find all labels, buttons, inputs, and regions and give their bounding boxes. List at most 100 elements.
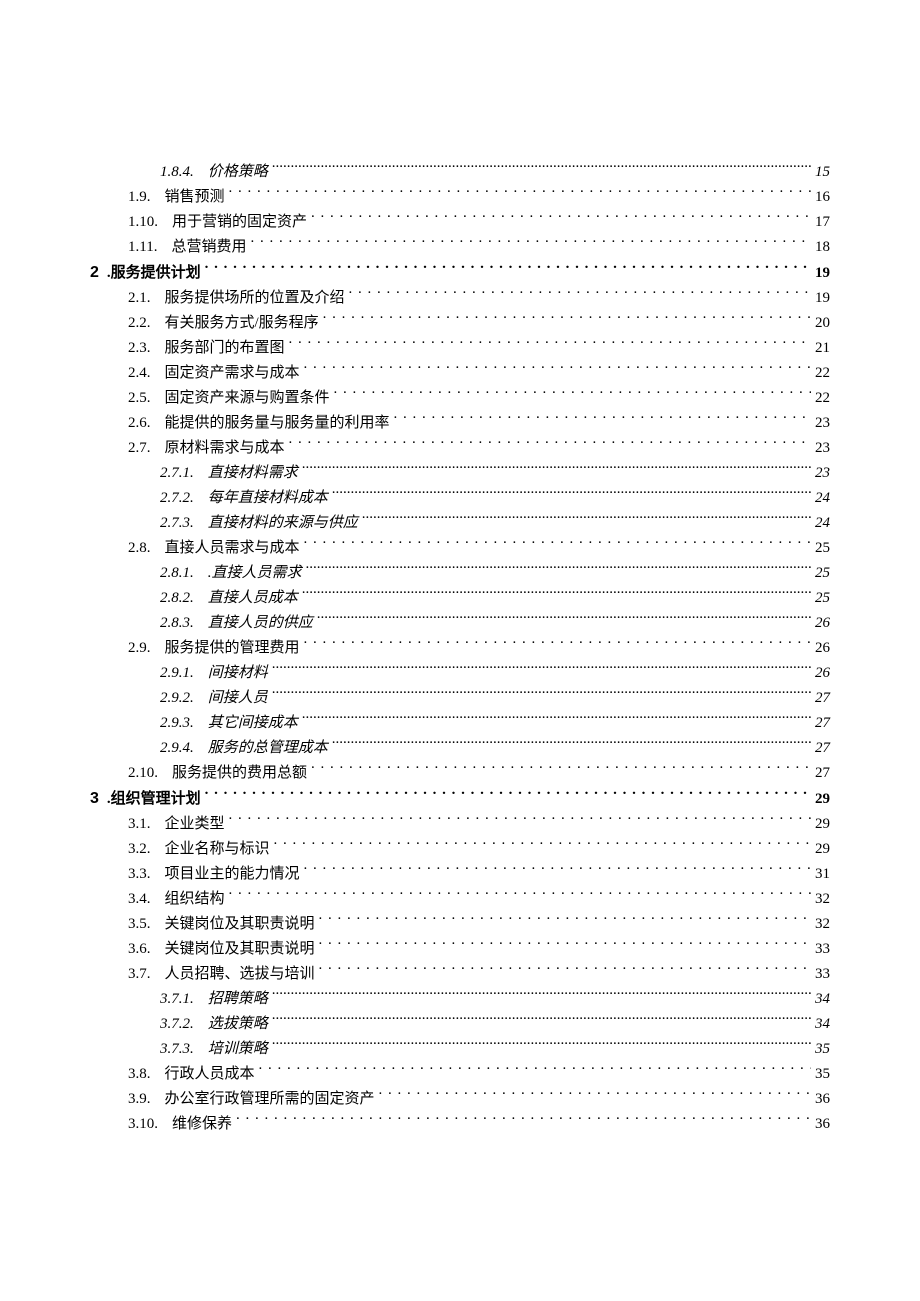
toc-entry: 3.1.企业类型29 <box>90 812 830 837</box>
toc-entry: 3.4.组织结构32 <box>90 887 830 912</box>
toc-leader-dots <box>302 462 811 477</box>
toc-entry-page: 18 <box>815 235 830 260</box>
toc-leader-dots <box>289 337 811 352</box>
toc-entry-number: 3.9. <box>128 1087 151 1112</box>
toc-entry-page: 27 <box>815 711 830 736</box>
toc-entry-page: 19 <box>815 261 830 286</box>
toc-entry-page: 32 <box>815 887 830 912</box>
toc-leader-dots <box>302 712 811 727</box>
toc-entry-title: .直接人员需求 <box>208 561 302 586</box>
toc-entry-number: 2 <box>90 260 99 285</box>
toc-entry: 2.5. 固定资产来源与购置条件 22 <box>90 386 830 411</box>
toc-entry-page: 15 <box>815 160 830 185</box>
toc-entry-page: 23 <box>815 436 830 461</box>
toc-entry-title: 直接人员的供应 <box>208 611 313 636</box>
toc-entry-title: 培训策略 <box>208 1037 268 1062</box>
toc-leader-dots <box>272 1038 811 1053</box>
toc-entry: 2.7.3.直接材料的来源与供应24 <box>90 511 830 536</box>
toc-entry: 2.3.服务部门的布置图21 <box>90 336 830 361</box>
toc-entry-number: 2.8.1. <box>160 561 194 586</box>
toc-leader-dots <box>332 737 811 752</box>
toc-entry-title: 服务的总管理成本 <box>208 736 328 761</box>
toc-entry-number: 2.9.4. <box>160 736 194 761</box>
toc-entry-number: 2.1. <box>128 286 151 311</box>
toc-entry-title: 间接人员 <box>208 686 268 711</box>
toc-entry: 3.2.企业名称与标识29 <box>90 837 830 862</box>
toc-entry-title: 办公室行政管理所需的固定资产 <box>165 1087 375 1112</box>
toc-entry-page: 29 <box>815 787 830 812</box>
toc-entry-page: 33 <box>815 962 830 987</box>
toc-entry-page: 26 <box>815 636 830 661</box>
toc-entry-page: 23 <box>815 461 830 486</box>
toc-entry-title: 服务部门的布置图 <box>165 336 285 361</box>
toc-entry-number: 1.10. <box>128 210 158 235</box>
toc-entry-title: 直接材料需求 <box>208 461 298 486</box>
toc-entry-page: 27 <box>815 686 830 711</box>
toc-entry-number: 2.7.2. <box>160 486 194 511</box>
toc-entry: 2.9.1.间接材料26 <box>90 661 830 686</box>
toc-leader-dots <box>394 412 811 427</box>
toc-leader-dots <box>302 587 811 602</box>
toc-leader-dots <box>349 287 811 302</box>
toc-entry: 2.6.能提供的服务量与服务量的利用率23 <box>90 411 830 436</box>
toc-entry-page: 25 <box>815 536 830 561</box>
toc-entry-page: 23 <box>815 411 830 436</box>
toc-entry-number: 3.8. <box>128 1062 151 1087</box>
toc-entry-title: 人员招聘、选拔与培训 <box>165 962 315 987</box>
toc-entry: 3.6. 关键岗位及其职责说明 33 <box>90 937 830 962</box>
toc-entry-page: 27 <box>815 736 830 761</box>
toc-entry-number: 3.1. <box>128 812 151 837</box>
toc-entry-title: 维修保养 <box>172 1112 232 1137</box>
toc-entry-title: 原材料需求与成本 <box>165 436 285 461</box>
toc-leader-dots <box>319 913 811 928</box>
toc-entry-page: 26 <box>815 611 830 636</box>
toc-entry-page: 34 <box>815 1012 830 1037</box>
toc-entry-page: 22 <box>815 386 830 411</box>
toc-leader-dots <box>236 1113 811 1128</box>
toc-entry-page: 21 <box>815 336 830 361</box>
toc-entry-title: 能提供的服务量与服务量的利用率 <box>165 411 390 436</box>
toc-entry-title: 每年直接材料成本 <box>208 486 328 511</box>
toc-entry-page: 34 <box>815 987 830 1012</box>
toc-entry-number: 2.2. <box>128 311 151 336</box>
toc-leader-dots <box>311 762 811 777</box>
toc-entry-page: 36 <box>815 1087 830 1112</box>
toc-entry-number: 3.7.2. <box>160 1012 194 1037</box>
toc-entry: 2.9.3.其它间接成本27 <box>90 711 830 736</box>
toc-entry: 2.7.1.直接材料需求23 <box>90 461 830 486</box>
toc-entry-title: 固定资产来源与购置条件 <box>165 386 330 411</box>
toc-entry-title: 关键岗位及其职责说明 <box>165 937 315 962</box>
toc-entry: 2.8.3. 直接人员的供应 26 <box>90 611 830 636</box>
toc-leader-dots <box>229 813 811 828</box>
toc-entry-title: 选拔策略 <box>208 1012 268 1037</box>
toc-leader-dots <box>272 988 811 1003</box>
toc-leader-dots <box>304 362 811 377</box>
toc-entry: 3.10.维修保养36 <box>90 1112 830 1137</box>
toc-entry-title: .服务提供计划 <box>107 261 201 286</box>
toc-entry-number: 3.6. <box>128 937 151 962</box>
toc-entry-number: 3.7. <box>128 962 151 987</box>
toc-entry-number: 3 <box>90 786 99 811</box>
toc-leader-dots <box>304 863 811 878</box>
toc-entry-number: 2.8.3. <box>160 611 194 636</box>
toc-entry-number: 2.5. <box>128 386 151 411</box>
toc-entry-title: 项目业主的能力情况 <box>165 862 300 887</box>
toc-entry-number: 1.9. <box>128 185 151 210</box>
toc-entry: 2.9.4. 服务的总管理成本 27 <box>90 736 830 761</box>
toc-entry: 2 .服务提供计划 19 <box>90 260 830 286</box>
toc-leader-dots <box>289 437 811 452</box>
toc-entry-page: 24 <box>815 486 830 511</box>
toc-page: 1.8.4.价格策略151.9.销售预测161.10.用于营销的固定资产171.… <box>0 0 920 1301</box>
toc-entry-title: 行政人员成本 <box>165 1062 255 1087</box>
toc-entry: 1.9.销售预测16 <box>90 185 830 210</box>
toc-entry: 2.10.服务提供的费用总额27 <box>90 761 830 786</box>
toc-entry-number: 2.9.1. <box>160 661 194 686</box>
toc-entry-title: 直接材料的来源与供应 <box>208 511 358 536</box>
toc-leader-dots <box>317 612 811 627</box>
toc-entry-page: 33 <box>815 937 830 962</box>
toc-entry-number: 2.7.3. <box>160 511 194 536</box>
toc-entry: 2.4.固定资产需求与成本22 <box>90 361 830 386</box>
toc-entry-title: 组织结构 <box>165 887 225 912</box>
toc-entry: 2.8.直接人员需求与成本25 <box>90 536 830 561</box>
toc-entry: 3.7.2. 选拔策略 34 <box>90 1012 830 1037</box>
